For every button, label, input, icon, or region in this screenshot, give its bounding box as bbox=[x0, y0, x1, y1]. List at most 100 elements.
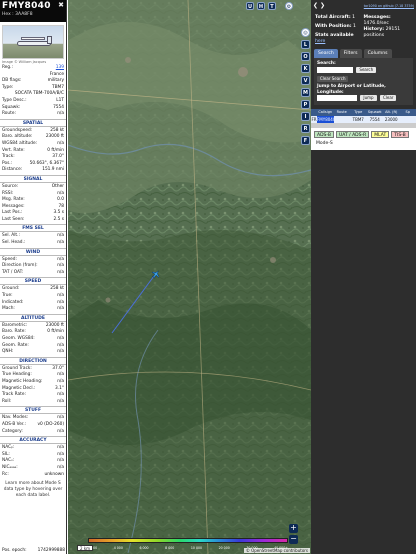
hex-value: 3AA8F8 bbox=[15, 12, 33, 17]
info-label: Nav. Modes: bbox=[2, 415, 29, 421]
info-row: Track: 37.0° bbox=[0, 154, 66, 161]
settings-gear-icon[interactable]: ⚙ bbox=[285, 2, 293, 10]
search-panel: Search: Search Clear Search Jump to Airp… bbox=[314, 58, 413, 105]
detail-row: SOCATA TBM-700A/B/C bbox=[0, 91, 66, 98]
info-row: QNH: n/a bbox=[0, 349, 66, 356]
search-button[interactable]: Search bbox=[356, 66, 377, 73]
section-header-wind: WIND bbox=[0, 247, 66, 256]
info-label: Roll: bbox=[2, 398, 12, 404]
info-value: n/a bbox=[57, 428, 64, 434]
toggle-r-button[interactable]: R bbox=[301, 124, 310, 133]
detail-value: L1T bbox=[56, 97, 64, 103]
sidebar-tabs: Search Filters Columns bbox=[314, 49, 413, 58]
detail-value: SOCATA TBM-700A/B/C bbox=[14, 91, 64, 97]
toggle-v-button[interactable]: V bbox=[301, 76, 310, 85]
osm-credit: © OpenStreetMap contributors bbox=[243, 548, 310, 553]
toggle-letter-buttons: LOKVMPIRF bbox=[300, 40, 311, 145]
info-value: n/a bbox=[57, 392, 64, 398]
info-value: n/a bbox=[57, 398, 64, 404]
zoom-in-button[interactable]: + bbox=[289, 524, 298, 533]
detail-label: DB flags: bbox=[2, 78, 22, 84]
toggle-i-button[interactable]: I bbox=[301, 112, 310, 121]
info-header: FMY8040 Hex : 3AA8F8 ✖ bbox=[0, 0, 66, 22]
pos-epoch: Pos. epoch: 1742999888 bbox=[0, 547, 66, 554]
column-header[interactable]: Alt. (ft) bbox=[383, 109, 400, 116]
stats-left-col: Total Aircraft: 1 With Position: 1 Stats… bbox=[315, 15, 364, 45]
info-value: n/a bbox=[57, 240, 64, 246]
info-label: NACᵥ: bbox=[2, 458, 15, 464]
info-row: Category: n/a bbox=[0, 429, 66, 436]
map-canvas[interactable]: U H T ⚙ + − 2 0004 0006 0008 00010 00020… bbox=[68, 0, 311, 554]
jump-row: Jump Clear bbox=[317, 95, 410, 102]
detail-value[interactable]: 139 bbox=[56, 65, 64, 72]
map-button-u[interactable]: U bbox=[246, 2, 254, 10]
info-label: Mach: bbox=[2, 306, 15, 312]
info-row: Nav. Modes: n/a bbox=[0, 415, 66, 422]
tab-filters[interactable]: Filters bbox=[339, 49, 362, 58]
jump-clear-button[interactable]: Clear bbox=[379, 95, 397, 101]
plane-wing-shape bbox=[21, 37, 45, 40]
altitude-tick-label: 20 000 bbox=[218, 546, 230, 550]
info-value: v0 (DO-260) bbox=[37, 421, 64, 427]
toggle-k-button[interactable]: K bbox=[301, 64, 310, 73]
info-value: 0 ft/min bbox=[47, 329, 64, 335]
toggle-p-button[interactable]: P bbox=[301, 100, 310, 109]
info-value: n/a bbox=[57, 336, 64, 341]
info-row: Rᴄ: unknown bbox=[0, 472, 66, 479]
messages-value: 1476.0/sec bbox=[363, 21, 389, 26]
source-legend: ADS-B UAT / ADS-R MLAT TIS-B Mode-S bbox=[311, 128, 416, 150]
column-header[interactable]: Route bbox=[334, 109, 351, 116]
tab-columns[interactable]: Columns bbox=[363, 49, 392, 58]
info-value: n/a bbox=[57, 140, 64, 146]
stats-block: Total Aircraft: 1 With Position: 1 Stats… bbox=[311, 11, 416, 45]
info-row: Last Pos.: 3.5 s bbox=[0, 210, 66, 217]
row-speed bbox=[400, 116, 416, 123]
info-row: True Heading: n/a bbox=[0, 372, 66, 379]
detail-label: Type: bbox=[2, 84, 14, 90]
column-header[interactable]: Sp bbox=[400, 109, 416, 116]
info-label: Track Rate: bbox=[2, 392, 26, 398]
info-row: Baro. Rate: 0 ft/min bbox=[0, 329, 66, 336]
stats-here-link[interactable]: here bbox=[315, 39, 325, 44]
info-row: Direction (from): n/a bbox=[0, 263, 66, 270]
toggle-o-button[interactable]: O bbox=[301, 52, 310, 61]
column-header[interactable]: Type bbox=[350, 109, 367, 116]
tab-search[interactable]: Search bbox=[314, 49, 338, 58]
total-aircraft-label: Total Aircraft: bbox=[315, 15, 351, 20]
map-button-t[interactable]: T bbox=[268, 2, 276, 10]
close-icon[interactable]: ✖ bbox=[58, 1, 64, 9]
section-header-altitude: ALTITUDE bbox=[0, 313, 66, 322]
info-value: n/a bbox=[57, 349, 64, 355]
map-button-h[interactable]: H bbox=[257, 2, 265, 10]
toggle-m-button[interactable]: M bbox=[301, 88, 310, 97]
row-altitude: 23000 bbox=[384, 117, 398, 122]
table-row[interactable]: FR FMY8040 TBM7 7554 23000 bbox=[311, 116, 416, 123]
detail-value: n/a bbox=[57, 111, 64, 117]
version-link[interactable]: tar1090 on github (7.18 3759) bbox=[325, 4, 414, 8]
aircraft-photo[interactable] bbox=[2, 25, 64, 59]
total-aircraft: Total Aircraft: 1 bbox=[315, 15, 364, 21]
aircraft-details: Reg.: 139 France DB flags: military Type: TBM7… bbox=[0, 65, 66, 118]
altitude-tick-label: 4 000 bbox=[113, 546, 123, 550]
column-header[interactable]: Squawk bbox=[367, 109, 384, 116]
info-label: Category: bbox=[2, 428, 23, 434]
toggle-layers-icon[interactable]: ◎ bbox=[301, 28, 310, 37]
column-header[interactable]: Callsign bbox=[317, 109, 334, 116]
info-value: n/a bbox=[57, 306, 64, 312]
info-value: n/a bbox=[57, 445, 64, 451]
info-row: Roll: n/a bbox=[0, 399, 66, 406]
expand-left-icon[interactable]: ❮ bbox=[313, 2, 318, 9]
search-input[interactable] bbox=[317, 66, 353, 73]
toggle-f-button[interactable]: F bbox=[301, 136, 310, 145]
jump-input[interactable] bbox=[317, 95, 357, 101]
info-value: 23000 ft bbox=[45, 134, 64, 140]
info-row: TAT / OAT: n/a bbox=[0, 270, 66, 277]
table-header: Callsign Route Type Squawk Alt. (ft) Sp bbox=[311, 109, 416, 116]
jump-button[interactable]: Jump bbox=[360, 95, 377, 101]
zoom-out-button[interactable]: − bbox=[289, 535, 298, 544]
clear-search-button[interactable]: Clear Search bbox=[317, 75, 349, 82]
sidebar-arrows: ❮ ❯ bbox=[313, 2, 325, 9]
toggle-l-button[interactable]: L bbox=[301, 40, 310, 49]
info-row: NACᵥ: n/a bbox=[0, 458, 66, 465]
info-label: True Heading: bbox=[2, 372, 32, 378]
